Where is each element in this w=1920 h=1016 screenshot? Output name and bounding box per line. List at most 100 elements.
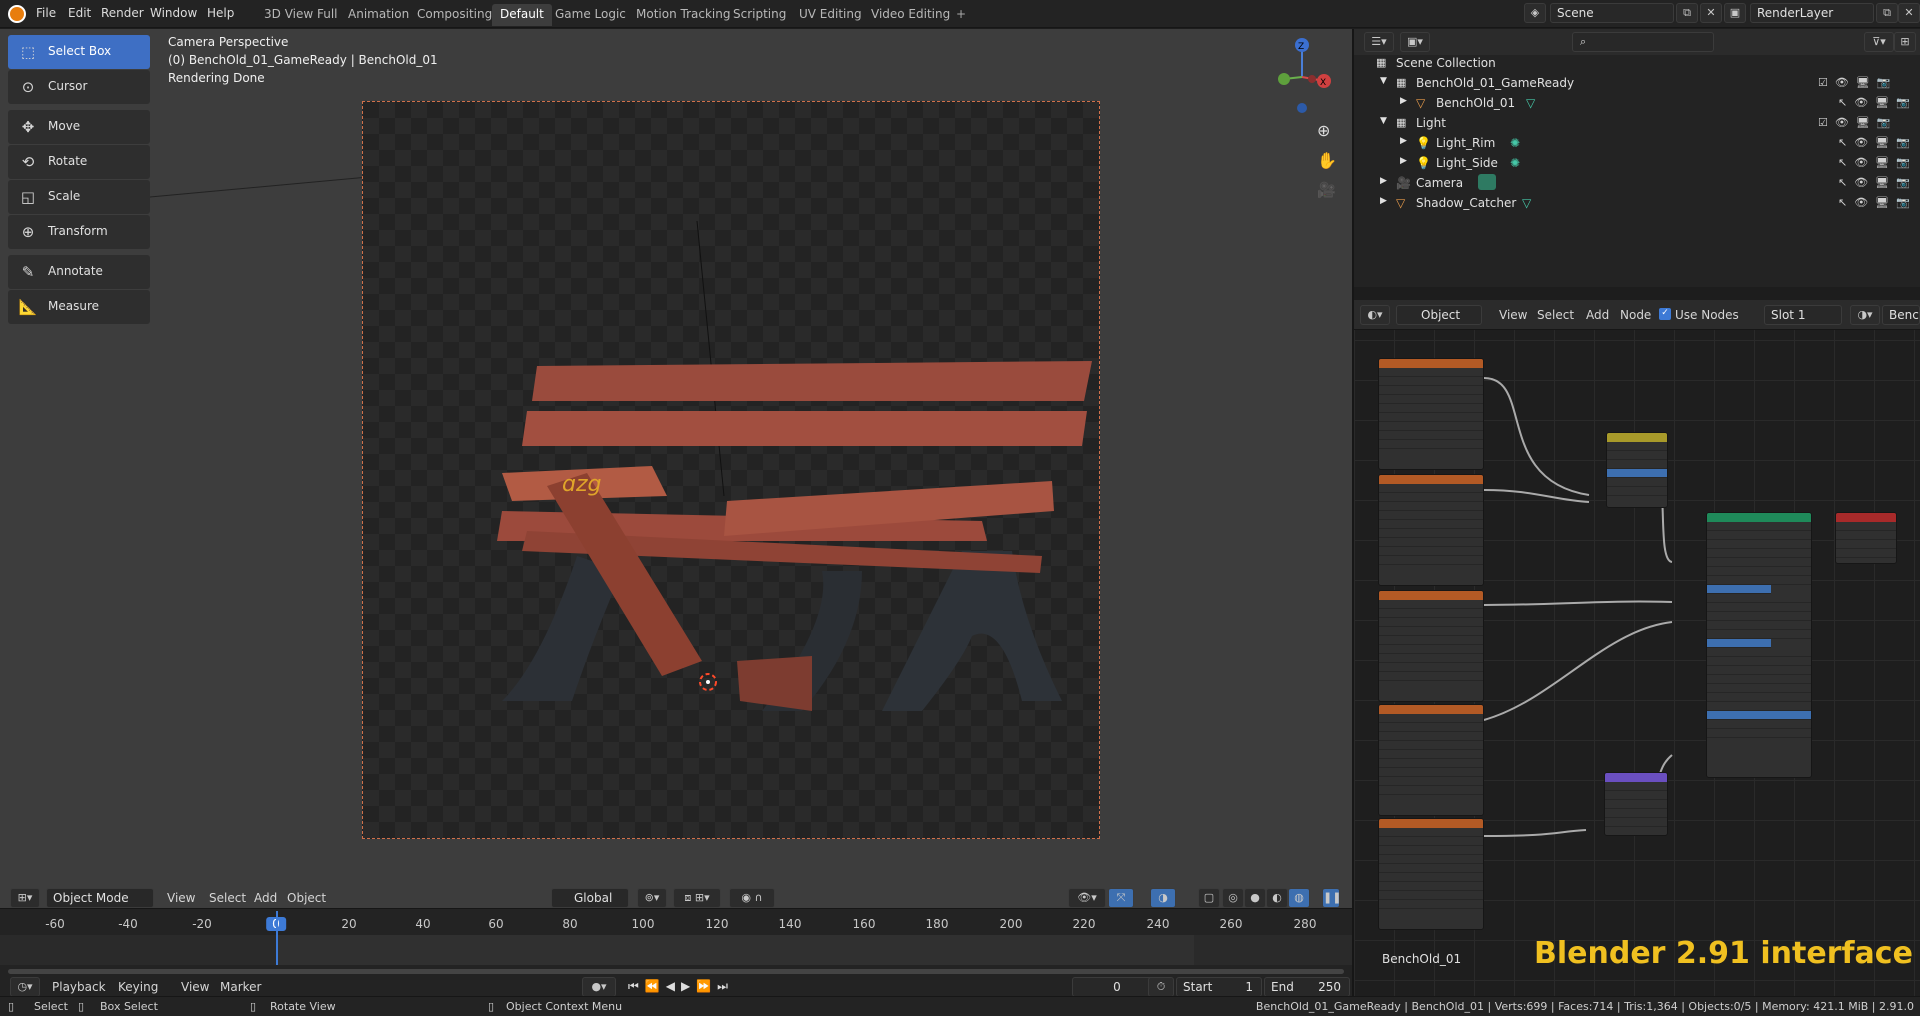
restriction-toggles[interactable]: ☑👁🖥📷 — [1818, 116, 1898, 129]
tool-scale[interactable]: ◱ Scale — [8, 180, 150, 214]
expand-arrow-icon[interactable]: ▶ — [1400, 156, 1407, 166]
rendered-shading-icon[interactable]: ◍ — [1288, 888, 1310, 908]
menu-file[interactable]: File — [36, 6, 56, 20]
image-texture-node[interactable] — [1378, 818, 1484, 930]
node-menu-view[interactable]: View — [1499, 308, 1527, 322]
expand-arrow-icon[interactable]: ▶ — [1400, 96, 1407, 106]
expand-arrow-icon[interactable]: ▼ — [1380, 76, 1387, 86]
node-header[interactable] — [1379, 591, 1483, 600]
add-workspace-icon[interactable]: + — [948, 4, 974, 26]
image-texture-node[interactable] — [1378, 590, 1484, 702]
keyframe-area[interactable] — [0, 911, 1352, 965]
filter-icon[interactable]: ⊽▾ — [1864, 32, 1894, 52]
tool-rotate[interactable]: ⟲ Rotate — [8, 145, 150, 179]
mix-rgb-node[interactable] — [1606, 432, 1668, 508]
tool-select-box[interactable]: ⬚ Select Box — [8, 35, 150, 69]
restriction-toggles[interactable]: ↖👁🖥📷 — [1838, 156, 1917, 169]
preview-range-icon[interactable]: ⏱ — [1148, 977, 1174, 997]
proportional-edit-icon[interactable]: ◉ ∩ — [729, 888, 775, 908]
principled-bsdf-node[interactable] — [1706, 512, 1812, 778]
record-icon[interactable]: ●▾ — [582, 977, 616, 997]
shader-node-editor[interactable]: BenchOld_01 Blender 2.91 interface — [1354, 300, 1920, 996]
outliner-row[interactable]: ▼ ▦ Light ☑👁🖥📷 — [1354, 113, 1920, 133]
menu-help[interactable]: Help — [207, 6, 234, 20]
timeline-menu-keying[interactable]: Keying — [118, 980, 158, 994]
tool-cursor[interactable]: ⊙ Cursor — [8, 70, 150, 104]
expand-arrow-icon[interactable]: ▶ — [1380, 196, 1387, 206]
node-header[interactable] — [1607, 433, 1667, 442]
editor-type-icon[interactable]: ◷▾ — [10, 977, 40, 997]
new-collection-icon[interactable]: ⊞ — [1894, 32, 1916, 52]
material-shading-icon[interactable]: ◐ — [1266, 888, 1288, 908]
scene-selector[interactable]: Scene — [1550, 3, 1674, 23]
3d-viewport[interactable]: ɑzg ⬚ Select Box ⊙ Cursor ✥ Move ⟲ Rotate ◱ S… — [0, 29, 1352, 912]
workspace-tab[interactable]: Motion Tracking — [628, 4, 738, 26]
outliner[interactable]: ☰▾ ▣▾ ⌕ ⊽▾ ⊞ ▦ Scene Collection ▼ ▦ Benc… — [1354, 29, 1920, 287]
render-layer-selector[interactable]: RenderLayer — [1750, 3, 1874, 23]
solid-shading-icon[interactable]: ● — [1244, 888, 1266, 908]
viewport-menu-object[interactable]: Object — [287, 891, 326, 905]
timeline-menu-playback[interactable]: Playback — [52, 980, 106, 994]
material-output-node[interactable] — [1835, 512, 1897, 564]
node-header[interactable] — [1379, 359, 1483, 368]
node-header[interactable] — [1836, 513, 1896, 522]
editor-type-icon[interactable]: ⊞▾ — [10, 888, 40, 908]
playhead[interactable] — [276, 911, 278, 965]
new-layer-icon[interactable]: ⧉ — [1876, 3, 1898, 23]
timeline-menu-view[interactable]: View — [181, 980, 209, 994]
outliner-row[interactable]: ▼ ▦ BenchOld_01_GameReady ☑👁🖥📷 — [1354, 73, 1920, 93]
restriction-toggles[interactable]: ↖👁🖥📷 — [1838, 136, 1917, 149]
editor-type-icon[interactable]: ◐▾ — [1360, 305, 1390, 325]
render-layer-icon[interactable]: ▣ — [1724, 3, 1746, 23]
pivot-point-icon[interactable]: ⊚▾ — [637, 888, 667, 908]
material-slot-dropdown[interactable]: Slot 1 — [1764, 305, 1842, 325]
display-mode-icon[interactable]: ▣▾ — [1400, 32, 1430, 52]
node-header[interactable] — [1379, 819, 1483, 828]
material-name-field[interactable]: BenchO — [1882, 305, 1920, 325]
outliner-row[interactable]: ▶ ▽ BenchOld_01 ▽ ↖👁🖥📷 — [1354, 93, 1920, 113]
outliner-row-scene-collection[interactable]: ▦ Scene Collection — [1354, 53, 1920, 73]
zoom-icon[interactable]: ⊕ — [1317, 121, 1330, 140]
restriction-toggles[interactable]: ↖👁🖥📷 — [1838, 176, 1917, 189]
node-menu-add[interactable]: Add — [1586, 308, 1609, 322]
restriction-toggles[interactable]: ↖👁🖥📷 — [1838, 196, 1917, 209]
delete-scene-icon[interactable]: ✕ — [1700, 3, 1722, 23]
expand-arrow-icon[interactable]: ▶ — [1380, 176, 1387, 186]
node-header[interactable] — [1605, 773, 1667, 782]
viewport-menu-add[interactable]: Add — [254, 891, 277, 905]
viewport-menu-view[interactable]: View — [167, 891, 195, 905]
tool-move[interactable]: ✥ Move — [8, 110, 150, 144]
material-icon[interactable]: ◑▾ — [1850, 305, 1880, 325]
shader-type-dropdown[interactable]: Object — [1396, 305, 1482, 325]
node-header[interactable] — [1707, 513, 1811, 522]
blender-logo-icon[interactable] — [8, 5, 26, 23]
outliner-search-input[interactable] — [1572, 32, 1714, 52]
expand-arrow-icon[interactable]: ▼ — [1380, 116, 1387, 126]
normal-map-node[interactable] — [1604, 772, 1668, 836]
workspace-tab[interactable]: 3D View Full — [256, 4, 346, 26]
image-texture-node[interactable] — [1378, 474, 1484, 586]
delete-layer-icon[interactable]: ✕ — [1898, 3, 1920, 23]
restriction-toggles[interactable]: ☑👁🖥📷 — [1818, 76, 1898, 89]
restriction-toggles[interactable]: ↖👁🖥📷 — [1838, 96, 1917, 109]
editor-type-icon[interactable]: ☰▾ — [1364, 32, 1394, 52]
timeline-scrollbar[interactable] — [8, 969, 1344, 974]
timeline[interactable]: -60 -40 -20 0 20 40 60 80 100 120 140 16… — [0, 908, 1352, 997]
timeline-menu-marker[interactable]: Marker — [220, 980, 261, 994]
xray-icon[interactable]: ▢ — [1198, 888, 1220, 908]
visibility-icon[interactable]: 👁▾ — [1068, 888, 1106, 908]
node-menu-select[interactable]: Select — [1537, 308, 1574, 322]
use-nodes-checkbox[interactable]: ✓ — [1659, 308, 1671, 320]
menu-window[interactable]: Window — [150, 6, 197, 20]
hand-pan-icon[interactable]: ✋ — [1317, 151, 1337, 170]
playback-controls[interactable]: ⏮⏪◀▶⏩⏭ — [628, 979, 734, 994]
wireframe-shading-icon[interactable]: ◎ — [1222, 888, 1244, 908]
outliner-row[interactable]: ▶ ▽ Shadow_Catcher ▽ ↖👁🖥📷 — [1354, 193, 1920, 213]
overlay-toggle-icon[interactable]: ◑ — [1150, 888, 1176, 908]
workspace-tab[interactable]: Video Editing — [863, 4, 958, 26]
navigation-gizmo[interactable]: Z X — [1262, 35, 1342, 115]
outliner-row[interactable]: ▶ 🎥 Camera ↖👁🖥📷 — [1354, 173, 1920, 193]
image-texture-node[interactable] — [1378, 704, 1484, 816]
outliner-row[interactable]: ▶ 💡 Light_Rim ✺ ↖👁🖥📷 — [1354, 133, 1920, 153]
camera-view-icon[interactable]: 🎥 — [1317, 181, 1336, 199]
